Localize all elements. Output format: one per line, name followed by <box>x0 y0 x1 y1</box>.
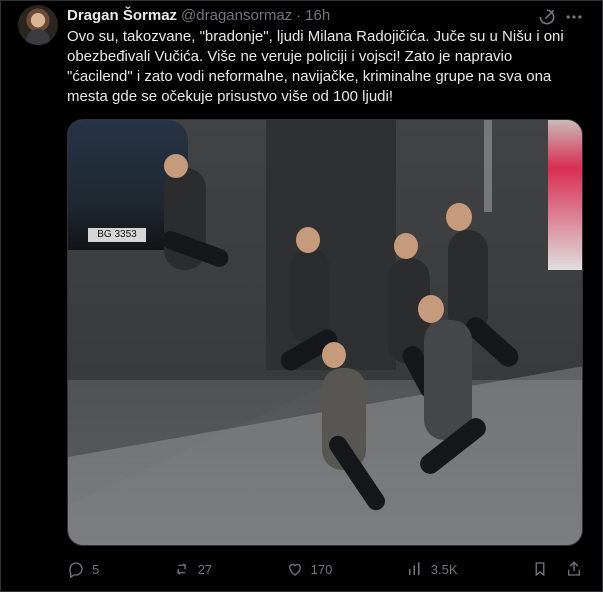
reply-icon <box>69 562 83 578</box>
pillar <box>484 120 492 212</box>
views-count: 3.5K <box>430 561 458 577</box>
license-plate: BG 3353 <box>88 228 146 242</box>
walking-man-head <box>394 233 418 259</box>
tweet-text-line: obezbeđivali Vučića. Više ne veruje poli… <box>67 48 513 65</box>
walking-man-head <box>296 227 320 253</box>
tweet-text-line: "ćacilend" i zato vodi neformalne, navij… <box>67 68 552 85</box>
tweet-header: Dragan Šormaz @dragansormaz · 16h <box>67 5 532 25</box>
walking-man-head <box>322 342 346 368</box>
walking-man-head <box>446 203 472 231</box>
pedestrian-edge <box>548 120 582 270</box>
tweet-text-line: Ovo su, takozvane, "bradonje", ljudi Mil… <box>67 28 564 45</box>
heart-icon <box>288 563 301 576</box>
reply-count: 5 <box>92 561 100 577</box>
reply-button[interactable]: 5 <box>67 560 99 578</box>
views-icon <box>408 562 420 575</box>
like-count: 170 <box>310 561 333 577</box>
walking-man-head <box>418 295 444 323</box>
avatar[interactable] <box>18 5 58 45</box>
author-handle[interactable]: @dragansormaz <box>181 7 292 24</box>
tweet-card[interactable]: Dragan Šormaz @dragansormaz · 16h Ovo su… <box>0 0 603 592</box>
repost-count: 27 <box>197 561 213 577</box>
share-icon <box>568 561 580 576</box>
video-media[interactable]: BG 3353 <box>67 119 583 546</box>
walking-man-head <box>164 154 188 178</box>
tweet-text: Ovo su, takozvane, "bradonje", ljudi Mil… <box>67 27 582 107</box>
bookmark-icon <box>535 562 545 577</box>
repost-button[interactable]: 27 <box>173 560 212 578</box>
more-icon[interactable] <box>564 7 584 27</box>
tweet-text-line: mesta gde se očekuje prisustvo više od 1… <box>67 88 394 105</box>
tweet-actions: 5 27 170 3.5K <box>67 558 583 580</box>
post-time[interactable]: 16h <box>305 7 330 24</box>
share-button[interactable] <box>565 560 583 578</box>
repost-icon <box>176 563 187 575</box>
secondary-actions <box>531 560 583 578</box>
like-button[interactable]: 170 <box>286 560 333 578</box>
views-button[interactable]: 3.5K <box>406 560 458 578</box>
bookmark-button[interactable] <box>531 560 549 578</box>
author-name[interactable]: Dragan Šormaz <box>67 7 177 24</box>
walking-man <box>424 320 472 440</box>
grok-icon[interactable] <box>537 7 557 27</box>
header-separator: · <box>296 6 302 24</box>
